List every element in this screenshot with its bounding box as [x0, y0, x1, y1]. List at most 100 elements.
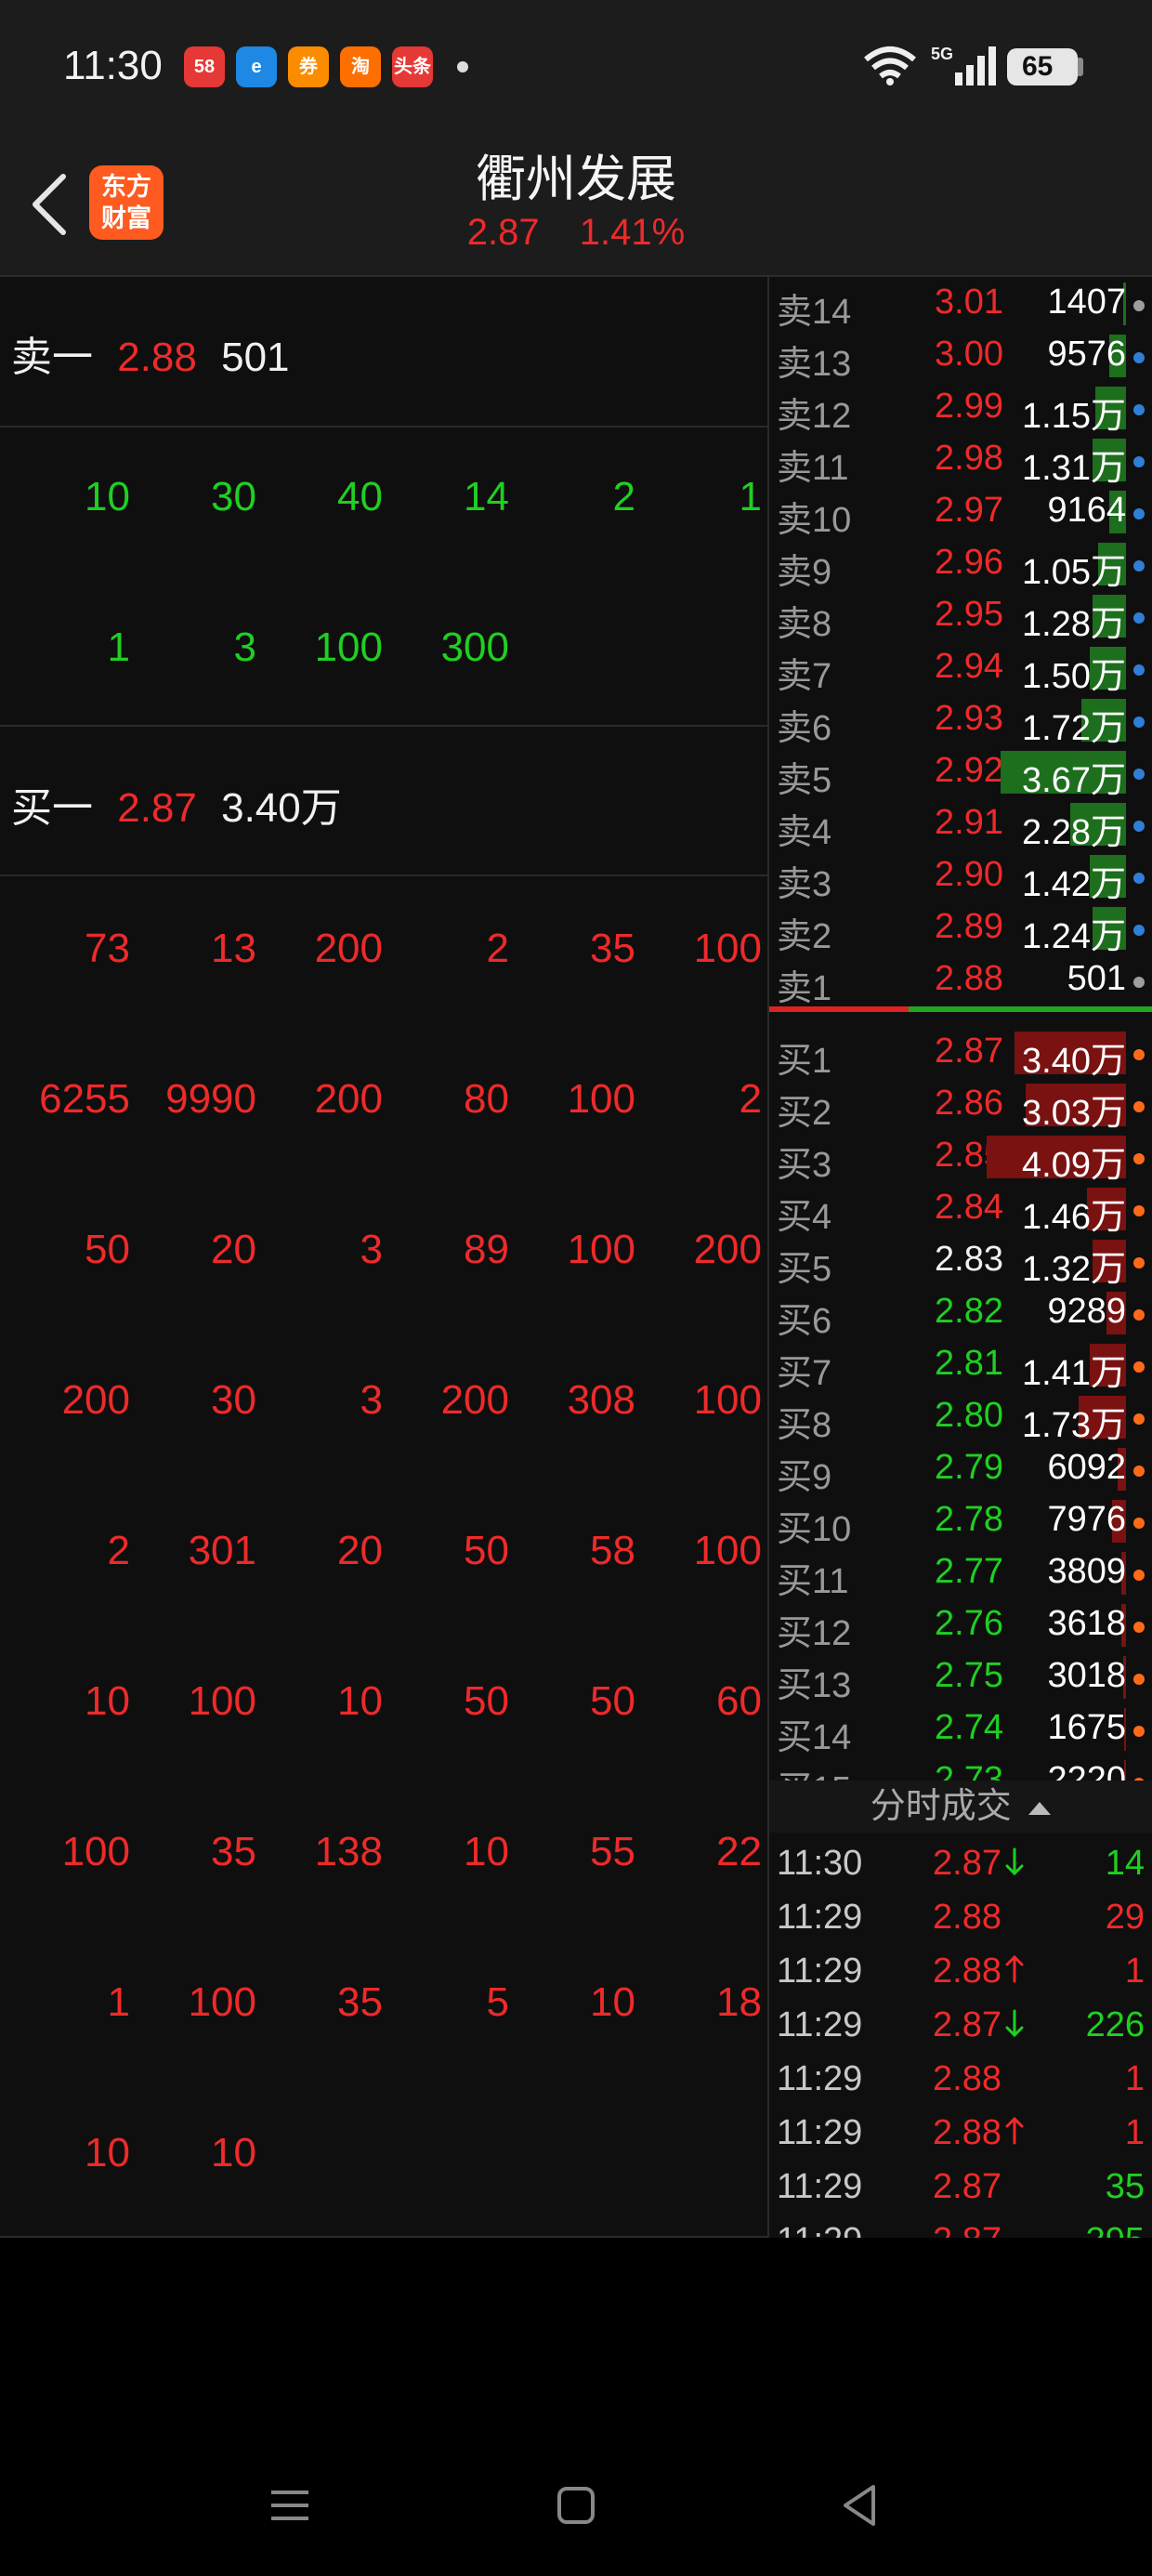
- level-label: 买9: [777, 1458, 832, 1497]
- queue-order-cell: 18: [716, 1979, 762, 2025]
- level-dot-icon: [1133, 1674, 1145, 1685]
- bid-level-row[interactable]: 买13 2.75 3018: [769, 1650, 1152, 1705]
- arrow-up-icon: [1005, 1954, 1024, 1983]
- stock-change-pct: 1.41%: [579, 212, 686, 253]
- queue-order-cell: 3: [360, 1227, 383, 1272]
- queue-order-cell: 200: [314, 1076, 383, 1122]
- level-label: 卖5: [777, 761, 832, 800]
- ask-level-row[interactable]: 卖3 2.90 1.42万: [769, 849, 1152, 904]
- queue-order-cell: 40: [337, 474, 383, 519]
- stock-name: 衢州发展: [476, 151, 676, 207]
- level-dot-icon: [1133, 716, 1145, 728]
- toutiao-app-icon: 头条: [392, 46, 433, 87]
- level-dot-icon: [1133, 1726, 1145, 1737]
- queue-order-cell: 50: [464, 1678, 509, 1724]
- queue-order-cell: 100: [567, 1076, 635, 1122]
- queue-order-cell: 20: [211, 1227, 256, 1272]
- level-label: 买14: [777, 1718, 852, 1757]
- level-label: 买5: [777, 1250, 832, 1289]
- queue-order-cell: 1: [107, 624, 130, 670]
- bid-level-row[interactable]: 买14 2.74 1675: [769, 1702, 1152, 1757]
- ask-level-row[interactable]: 卖7 2.94 1.50万: [769, 641, 1152, 696]
- ask-level-row[interactable]: 卖11 2.98 1.31万: [769, 433, 1152, 488]
- queue-order-cell: 10: [337, 1678, 383, 1724]
- level-dot-icon: [1133, 456, 1145, 467]
- ask-level-row[interactable]: 卖4 2.91 2.28万: [769, 797, 1152, 852]
- bid-level-row[interactable]: 买3 2.85 4.09万: [769, 1130, 1152, 1185]
- tick-price: 2.87: [933, 2005, 1001, 2044]
- bid-level-row[interactable]: 买4 2.84 1.46万: [769, 1182, 1152, 1237]
- order-book-panel[interactable]: 卖14 3.01 1407 卖13 3.00 9576 卖12 2.99 1.15万 卖11 2.9…: [769, 277, 1152, 2422]
- bid-level-row[interactable]: 买12 2.76 3618: [769, 1598, 1152, 1653]
- level-volume: 9289: [1047, 1292, 1126, 1331]
- queue-order-cell: 10: [211, 2130, 256, 2175]
- queue-order-cell: 200: [440, 1377, 509, 1423]
- ask-level-row[interactable]: 卖12 2.99 1.15万: [769, 381, 1152, 436]
- tick-volume: 29: [1105, 1898, 1145, 1937]
- level-volume: 501: [1067, 959, 1126, 998]
- queue-order-cell: 2: [739, 1076, 762, 1122]
- bid-level-row[interactable]: 买10 2.78 7976: [769, 1494, 1152, 1549]
- bid-level-row[interactable]: 买2 2.86 3.03万: [769, 1078, 1152, 1133]
- level-dot-icon: [1133, 1153, 1145, 1164]
- bid-level-row[interactable]: 买7 2.81 1.41万: [769, 1338, 1152, 1393]
- divider: [0, 426, 767, 427]
- tick-volume: 35: [1105, 2167, 1145, 2206]
- bid-level-row[interactable]: 买6 2.82 9289: [769, 1286, 1152, 1341]
- caret-up-icon: [1028, 1801, 1052, 1815]
- queue-order-cell: 35: [590, 926, 635, 971]
- level-label: 卖9: [777, 553, 832, 592]
- level-label: 买12: [777, 1614, 852, 1653]
- tick-row: 11:29 2.88 29: [769, 1892, 1152, 1946]
- queue-order-cell: 60: [716, 1678, 762, 1724]
- queue-order-cell: 50: [85, 1227, 130, 1272]
- ask-level-row[interactable]: 卖2 2.89 1.24万: [769, 901, 1152, 956]
- level-volume: 3.40万: [1022, 1042, 1126, 1081]
- ask-level-row[interactable]: 卖9 2.96 1.05万: [769, 537, 1152, 592]
- queue-order-cell: 100: [693, 1377, 762, 1423]
- tick-price: 2.88: [933, 1952, 1001, 1991]
- tick-time: 11:29: [777, 2167, 863, 2206]
- level-volume: 1675: [1047, 1708, 1126, 1747]
- bid-level-row[interactable]: 买9 2.79 6092: [769, 1442, 1152, 1497]
- level-dot-icon: [1133, 1622, 1145, 1633]
- ask-level-row[interactable]: 卖10 2.97 9164: [769, 485, 1152, 540]
- level-volume: 3618: [1047, 1604, 1126, 1643]
- tick-row: 11:29 2.87 35: [769, 2162, 1152, 2215]
- level-label: 买13: [777, 1666, 852, 1705]
- buy-sell-ratio-bar: [769, 1006, 1152, 1012]
- bid-level-row[interactable]: 买11 2.77 3809: [769, 1546, 1152, 1601]
- arrow-down-icon: [1005, 1847, 1024, 1876]
- home-nav-icon[interactable]: [548, 2477, 604, 2533]
- tick-volume: 1: [1124, 2059, 1145, 2098]
- ask-level-row[interactable]: 卖6 2.93 1.72万: [769, 693, 1152, 748]
- ticks-header-toggle[interactable]: 分时成交: [769, 1781, 1152, 1833]
- menu-nav-icon[interactable]: [262, 2477, 318, 2533]
- divider: [0, 725, 767, 727]
- stock-quote: 2.87 1.41%: [0, 212, 1152, 254]
- tick-price: 2.88: [933, 1898, 1001, 1937]
- queue-order-cell: 35: [337, 1979, 383, 2025]
- queue-order-cell: 2: [612, 474, 635, 519]
- queue-order-cell: 13: [211, 926, 256, 971]
- bid-level-row[interactable]: 买1 2.87 3.40万: [769, 1026, 1152, 1081]
- level-volume: 6092: [1047, 1448, 1126, 1487]
- queue-order-cell: 3: [233, 624, 256, 670]
- sell-one-volume: 501: [221, 335, 290, 380]
- level-dot-icon: [1133, 1413, 1145, 1425]
- back-nav-icon[interactable]: [832, 2477, 888, 2533]
- tick-row: 11:29 2.88 1: [769, 2054, 1152, 2108]
- level-volume: 1.28万: [1022, 605, 1126, 644]
- ask-level-row[interactable]: 卖14 3.01 1407: [769, 277, 1152, 332]
- ask-level-row[interactable]: 卖5 2.92 3.67万: [769, 745, 1152, 800]
- bid-level-row[interactable]: 买5 2.83 1.32万: [769, 1234, 1152, 1289]
- bid-level-row[interactable]: 买8 2.80 1.73万: [769, 1390, 1152, 1445]
- level-label: 卖6: [777, 709, 832, 748]
- tick-price: 2.87: [933, 2167, 1001, 2206]
- ask-level-row[interactable]: 卖13 3.00 9576: [769, 329, 1152, 384]
- sell-one-row: 卖一 2.88 501: [11, 323, 290, 383]
- level-label: 买8: [777, 1406, 832, 1445]
- queue-order-cell: 22: [716, 1829, 762, 1874]
- ask-level-row[interactable]: 卖8 2.95 1.28万: [769, 589, 1152, 644]
- ask-level-row[interactable]: 卖1 2.88 501: [769, 953, 1152, 1008]
